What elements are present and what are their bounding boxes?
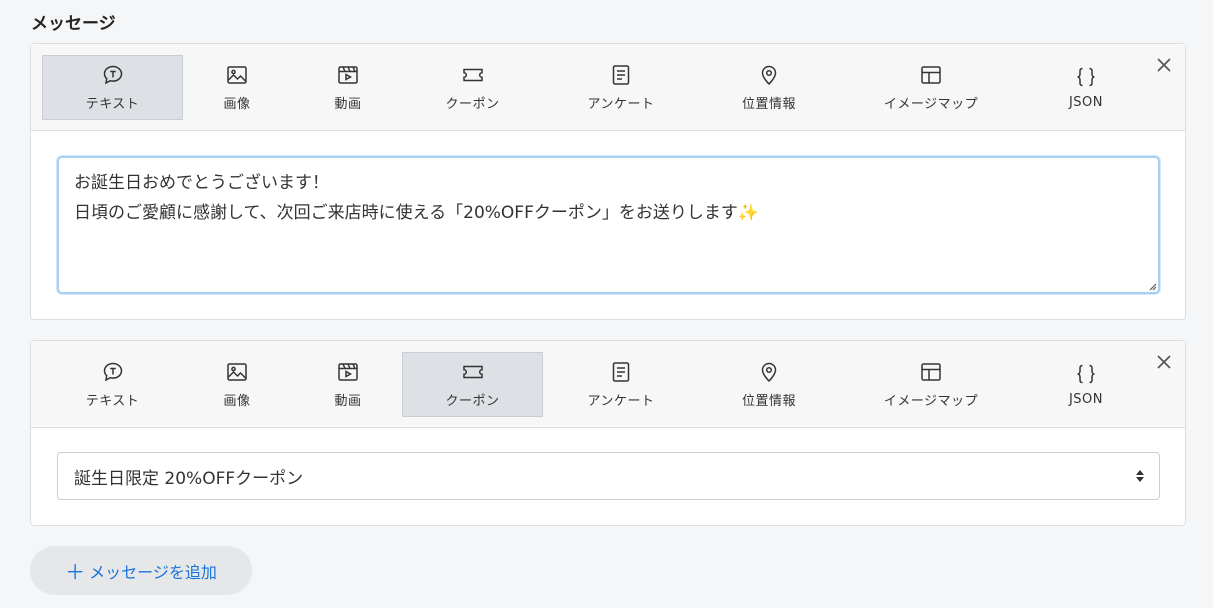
- plus-icon: ＋: [65, 560, 86, 584]
- remove-message-button[interactable]: [1153, 351, 1175, 373]
- message-type-toolbar: テキスト 画像 動画 クーポン アンケート 位置情報 イメージマップ JSON: [31, 341, 1185, 428]
- image-icon: [227, 66, 247, 84]
- tab-coupon[interactable]: クーポン: [402, 352, 543, 417]
- tab-imagemap[interactable]: イメージマップ: [861, 352, 1001, 417]
- text-bubble-icon: [103, 362, 122, 382]
- tab-video[interactable]: 動画: [308, 352, 388, 417]
- coupon-select-value: 誕生日限定 20%OFFクーポン: [74, 468, 304, 489]
- location-pin-icon: [761, 65, 777, 86]
- tab-label: テキスト: [85, 97, 140, 112]
- tab-label: イメージマップ: [883, 394, 979, 409]
- imagemap-icon: [921, 363, 941, 381]
- message-card-text: テキスト 画像 動画 クーポン アンケート 位置情報 イメージマップ JSON: [30, 43, 1186, 320]
- tab-location[interactable]: 位置情報: [719, 352, 819, 417]
- coupon-select[interactable]: 誕生日限定 20%OFFクーポン: [57, 452, 1160, 500]
- tab-label: 位置情報: [741, 394, 796, 409]
- tab-location[interactable]: 位置情報: [719, 55, 819, 120]
- tab-label: テキスト: [85, 394, 140, 409]
- sort-caret-icon: [1136, 470, 1144, 482]
- tab-label: アンケート: [587, 394, 655, 409]
- location-pin-icon: [761, 362, 777, 383]
- message-card-coupon: テキスト 画像 動画 クーポン アンケート 位置情報 イメージマップ JSON: [30, 340, 1186, 526]
- tab-label: 画像: [223, 97, 251, 112]
- tab-label: イメージマップ: [883, 97, 979, 112]
- tab-label: JSON: [1068, 95, 1104, 110]
- video-icon: [338, 66, 358, 84]
- tab-text[interactable]: テキスト: [42, 55, 183, 120]
- message-type-toolbar: テキスト 画像 動画 クーポン アンケート 位置情報 イメージマップ JSON: [31, 44, 1185, 131]
- tab-label: クーポン: [445, 97, 500, 112]
- json-braces-icon: [1077, 67, 1095, 87]
- close-icon: [1157, 58, 1171, 72]
- tab-label: 動画: [334, 394, 362, 409]
- tab-survey[interactable]: アンケート: [561, 352, 681, 417]
- resize-handle-icon[interactable]: [1147, 281, 1157, 291]
- tab-json[interactable]: JSON: [1046, 352, 1126, 417]
- tab-label: クーポン: [445, 394, 500, 409]
- tab-coupon[interactable]: クーポン: [402, 55, 543, 120]
- tab-json[interactable]: JSON: [1046, 55, 1126, 120]
- tab-label: 位置情報: [741, 97, 796, 112]
- json-braces-icon: [1077, 364, 1095, 384]
- tab-label: JSON: [1068, 392, 1104, 407]
- close-icon: [1157, 355, 1171, 369]
- text-bubble-icon: [103, 65, 122, 85]
- video-icon: [338, 363, 358, 381]
- tab-image[interactable]: 画像: [197, 352, 277, 417]
- message-text-input[interactable]: お誕生日おめでとうございます！ 日頃のご愛顧に感謝して、次回ご来店時に使える「2…: [57, 156, 1160, 294]
- tab-label: 動画: [334, 97, 362, 112]
- tab-label: アンケート: [587, 97, 655, 112]
- survey-icon: [612, 65, 630, 85]
- remove-message-button[interactable]: [1153, 54, 1175, 76]
- section-title: メッセージ: [31, 14, 116, 34]
- tab-text[interactable]: テキスト: [42, 352, 183, 417]
- coupon-icon: [462, 365, 483, 379]
- add-message-button[interactable]: ＋ メッセージを追加: [30, 546, 252, 595]
- coupon-icon: [462, 68, 483, 82]
- imagemap-icon: [921, 66, 941, 84]
- survey-icon: [612, 362, 630, 382]
- tab-image[interactable]: 画像: [197, 55, 277, 120]
- image-icon: [227, 363, 247, 381]
- tab-label: 画像: [223, 394, 251, 409]
- tab-survey[interactable]: アンケート: [561, 55, 681, 120]
- add-message-label: メッセージを追加: [89, 562, 217, 582]
- tab-video[interactable]: 動画: [308, 55, 388, 120]
- tab-imagemap[interactable]: イメージマップ: [861, 55, 1001, 120]
